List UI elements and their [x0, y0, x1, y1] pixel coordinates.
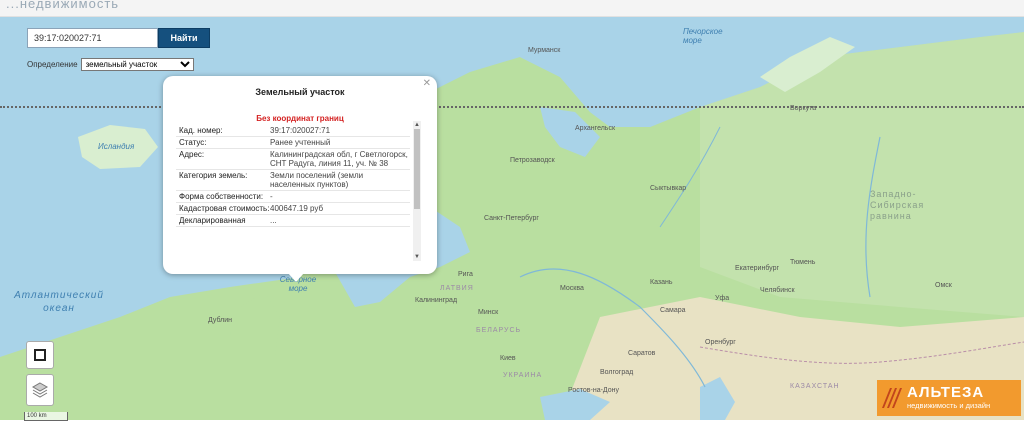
scroll-down-icon[interactable]: ▼: [413, 253, 421, 261]
label-syktyvkar: Сыктывкар: [650, 185, 687, 192]
attr-value: Ранее учтенный: [270, 138, 331, 147]
map-canvas[interactable]: Печорское море Мурманск Исландия Арханге…: [0, 17, 1024, 420]
attr-key: Кад. номер:: [179, 126, 223, 135]
attr-value: 39:17:020027:71: [270, 126, 331, 135]
table-row: Декларированная ...: [176, 215, 410, 227]
label-belarus: БЕЛАРУСЬ: [476, 327, 522, 334]
table-row: Кад. номер: 39:17:020027:71: [176, 125, 410, 137]
label-orenburg: Оренбург: [705, 339, 736, 346]
label-zapadno-sibirskaya: Западно-Сибирская равнина: [870, 189, 925, 221]
label-ekaterinburg: Екатеринбург: [735, 265, 780, 272]
logo-stripes-icon: [882, 388, 902, 408]
table-row: Категория земель: Земли поселений (земли…: [176, 170, 410, 191]
label-saratov: Саратов: [628, 350, 656, 357]
label-ukraine: УКРАИНА: [503, 372, 543, 379]
label-tyumen: Тюмень: [790, 259, 816, 266]
attr-key: Кадастровая стоимость:: [179, 204, 270, 213]
label-volgograd: Волгоград: [600, 369, 634, 376]
label-atlantic: Атлантический океан: [14, 290, 104, 314]
table-row: Адрес: Калининградская обл, г Светлогорс…: [176, 149, 410, 170]
layers-icon: [31, 382, 49, 398]
cadastral-search-input[interactable]: [27, 28, 158, 48]
attr-key: Статус:: [179, 138, 207, 147]
label-arkhangelsk: Архангельск: [575, 125, 616, 132]
label-pechorskoe-more: Печорское море: [683, 27, 723, 45]
attr-key: Адрес:: [179, 150, 205, 159]
label-latvia: ЛАТВИЯ: [440, 285, 474, 292]
label-kiev: Киев: [500, 355, 516, 362]
definition-row: Определение земельный участок: [27, 57, 194, 71]
site-title: ...недвижимость: [6, 0, 120, 11]
fullscreen-button[interactable]: [26, 341, 54, 369]
popup-pointer: [288, 273, 304, 282]
table-row: Кадастровая стоимость: 400647.19 руб: [176, 203, 410, 215]
label-minsk: Минск: [478, 309, 499, 316]
info-popup: ✕ Земельный участок Без координат границ…: [163, 76, 437, 282]
logo-text: АЛЬТЕЗА недвижимость и дизайн: [907, 385, 990, 411]
label-ufa: Уфа: [715, 295, 730, 302]
table-row: Статус: Ранее учтенный: [176, 137, 410, 149]
attr-value: Калининградская обл, г Светлогорск, СНТ …: [270, 150, 408, 168]
scrollbar-thumb[interactable]: [414, 129, 420, 209]
attr-value: ...: [270, 216, 277, 225]
logo-name: АЛЬТЕЗА: [907, 384, 985, 401]
search-bar: Найти: [27, 28, 210, 48]
label-moscow: Москва: [560, 285, 584, 292]
label-chelyabinsk: Челябинск: [760, 287, 795, 294]
search-button[interactable]: Найти: [158, 28, 210, 48]
label-petrozavodsk: Петрозаводск: [510, 157, 555, 164]
attr-value: -: [270, 192, 273, 201]
fullscreen-icon: [34, 349, 46, 361]
label-kaliningrad: Калининград: [415, 297, 458, 304]
attr-key: Категория земель:: [179, 171, 248, 180]
popup-title: Земельный участок: [255, 87, 345, 97]
attr-key: Декларированная: [179, 216, 246, 225]
top-bar: ...недвижимость: [0, 0, 1024, 17]
object-type-select[interactable]: земельный участок: [80, 57, 194, 71]
label-murmansk: Мурманск: [528, 47, 561, 54]
arctic-circle-line: [0, 106, 1024, 108]
company-logo: АЛЬТЕЗА недвижимость и дизайн: [877, 380, 1021, 416]
popup-scrollbar[interactable]: ▲ ▼: [413, 121, 421, 261]
label-omsk: Омск: [935, 282, 952, 289]
label-samara: Самара: [660, 307, 686, 314]
scroll-up-icon[interactable]: ▲: [413, 121, 421, 129]
parcel-attributes-table: Кад. номер: 39:17:020027:71 Статус: Ране…: [176, 125, 410, 262]
table-row: Форма собственности: -: [176, 191, 410, 203]
no-boundaries-warning: Без координат границ: [256, 114, 344, 123]
layers-button[interactable]: [26, 374, 54, 406]
attr-key: Форма собственности:: [179, 192, 264, 201]
label-saint-petersburg: Санкт-Петербург: [484, 215, 539, 222]
label-kazan: Казань: [650, 279, 673, 286]
label-dublin: Дублин: [208, 317, 233, 324]
definition-label: Определение: [27, 59, 78, 69]
attr-value: Земли поселений (земли населенных пункто…: [270, 171, 364, 189]
label-kazakhstan: КАЗАХСТАН: [790, 383, 840, 390]
label-riga: Рига: [458, 271, 473, 278]
logo-subtitle: недвижимость и дизайн: [907, 401, 991, 410]
label-islandia: Исландия: [98, 142, 135, 151]
attr-value: 400647.19 руб: [270, 204, 324, 213]
label-rostov: Ростов-на-Дону: [568, 387, 619, 394]
